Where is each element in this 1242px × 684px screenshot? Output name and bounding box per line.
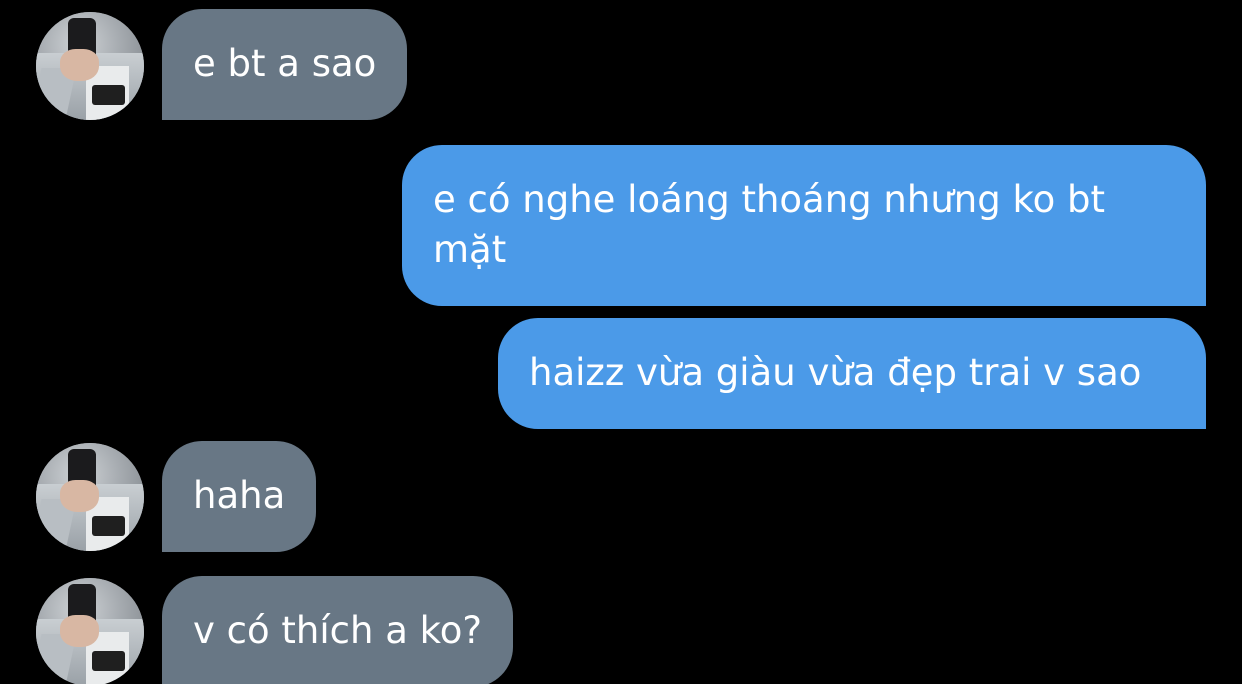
message-thread: e bt a sao e có nghe loáng thoáng nhưng … [0, 0, 1242, 684]
avatar-shirt-print [92, 651, 125, 671]
message-bubble-incoming[interactable]: v có thích a ko? [162, 576, 514, 684]
avatar-hand [59, 614, 99, 648]
message-row-incoming: v có thích a ko? [0, 0, 1242, 684]
contact-avatar[interactable] [36, 578, 144, 684]
